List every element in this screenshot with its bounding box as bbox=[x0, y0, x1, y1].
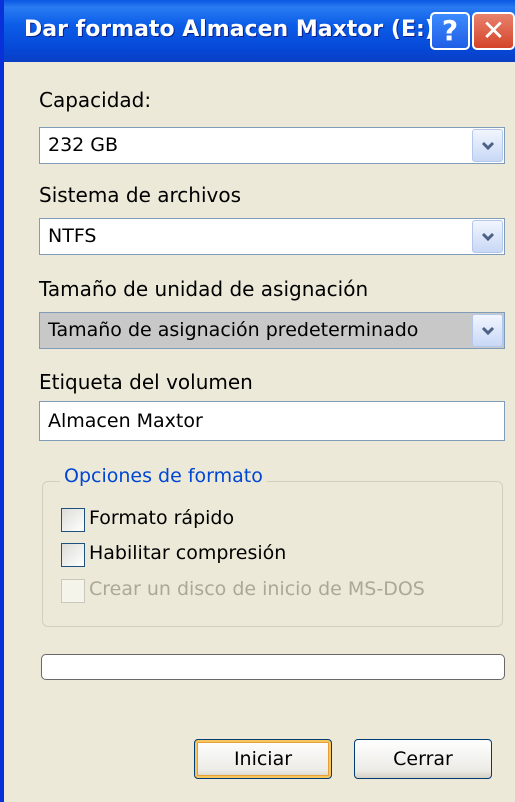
chevron-down-icon bbox=[481, 141, 495, 151]
capacity-dropdown-button[interactable] bbox=[472, 129, 503, 162]
close-button[interactable]: ✕ bbox=[472, 12, 515, 50]
title-bar[interactable]: Dar formato Almacen Maxtor (E:) ? ✕ bbox=[4, 0, 515, 62]
allocation-value: Tamaño de asignación predeterminado bbox=[48, 319, 419, 341]
filesystem-dropdown-button[interactable] bbox=[472, 220, 503, 253]
filesystem-label: Sistema de archivos bbox=[39, 183, 242, 207]
help-icon: ? bbox=[441, 14, 459, 47]
window-title: Dar formato Almacen Maxtor (E:) bbox=[24, 17, 435, 42]
quick-format-checkbox[interactable] bbox=[61, 508, 85, 532]
filesystem-value: NTFS bbox=[48, 225, 97, 247]
allocation-select[interactable]: Tamaño de asignación predeterminado bbox=[39, 312, 505, 349]
volume-label-input[interactable]: Almacen Maxtor bbox=[39, 401, 505, 441]
msdos-startup-disk-label: Crear un disco de inicio de MS-DOS bbox=[89, 578, 425, 600]
chevron-down-icon bbox=[481, 232, 495, 242]
volume-label: Etiqueta del volumen bbox=[39, 370, 253, 394]
capacity-value: 232 GB bbox=[48, 134, 119, 156]
close-dialog-button[interactable]: Cerrar bbox=[354, 739, 492, 779]
close-icon: ✕ bbox=[481, 14, 506, 47]
msdos-startup-disk-checkbox bbox=[61, 579, 85, 603]
filesystem-select[interactable]: NTFS bbox=[39, 218, 505, 255]
volume-label-value: Almacen Maxtor bbox=[48, 410, 203, 432]
allocation-label: Tamaño de unidad de asignación bbox=[39, 277, 369, 301]
chevron-down-icon bbox=[481, 326, 495, 336]
capacity-label: Capacidad: bbox=[39, 88, 152, 112]
format-dialog: Dar formato Almacen Maxtor (E:) ? ✕ Capa… bbox=[0, 0, 515, 802]
quick-format-label: Formato rápido bbox=[89, 507, 235, 529]
help-button[interactable]: ? bbox=[430, 12, 470, 50]
format-progress-bar bbox=[41, 654, 505, 680]
enable-compression-label: Habilitar compresión bbox=[89, 542, 287, 564]
start-button[interactable]: Iniciar bbox=[194, 739, 332, 779]
format-options-title: Opciones de formato bbox=[60, 465, 267, 487]
enable-compression-checkbox[interactable] bbox=[61, 543, 85, 567]
capacity-select[interactable]: 232 GB bbox=[39, 127, 505, 164]
allocation-dropdown-button[interactable] bbox=[472, 314, 503, 347]
